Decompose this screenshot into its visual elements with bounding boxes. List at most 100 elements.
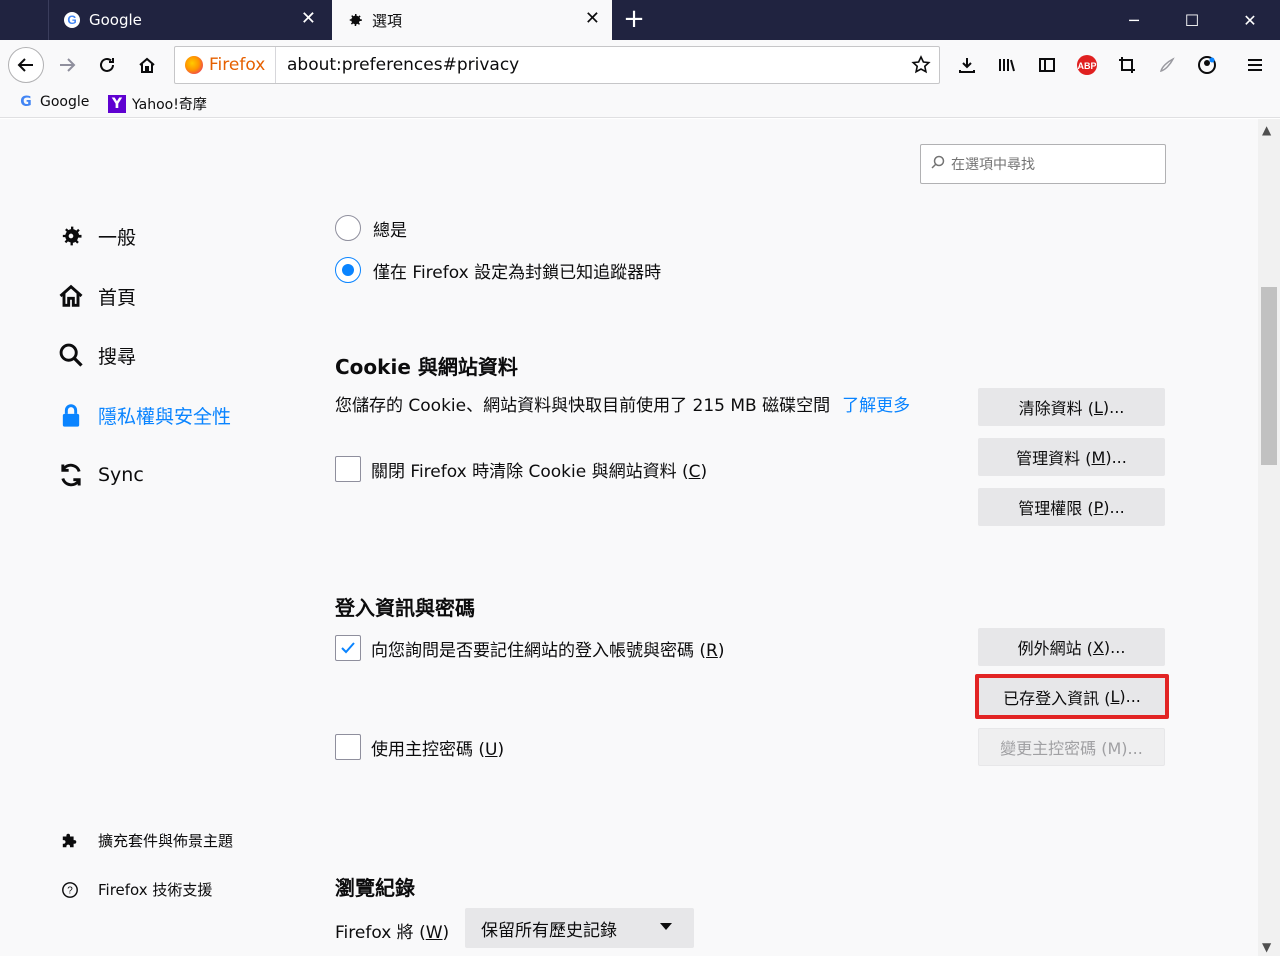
- radio-button-selected[interactable]: [335, 257, 361, 283]
- library-icon: [999, 59, 1015, 72]
- extension-button[interactable]: [1150, 48, 1184, 82]
- category-home[interactable]: 首頁: [56, 281, 136, 311]
- identity-label: Firefox: [209, 55, 266, 75]
- select-value: 保留所有歷史記錄: [481, 920, 617, 941]
- home-icon: [56, 281, 86, 311]
- puzzle-icon: [60, 831, 80, 851]
- search-placeholder: 在選項中尋找: [951, 157, 1035, 173]
- sync-icon: [56, 460, 86, 490]
- google-g-icon: G: [20, 94, 32, 110]
- cookies-usage-text: 您儲存的 Cookie、網站資料與快取目前使用了 215 MB 磁碟空間 了解更多: [335, 391, 910, 416]
- back-button[interactable]: [8, 47, 44, 83]
- url-bar[interactable]: Firefox about:preferences#privacy: [174, 46, 940, 84]
- category-privacy[interactable]: 隱私權與安全性: [56, 400, 231, 430]
- arrow-right-icon: [60, 58, 76, 72]
- account-button[interactable]: [1190, 48, 1224, 82]
- history-label: Firefox 將 (W): [335, 923, 450, 943]
- svg-text:?: ?: [67, 885, 73, 896]
- yahoo-y-icon: Y: [108, 95, 126, 113]
- tab-title: Google: [89, 11, 142, 29]
- help-icon: ?: [60, 880, 80, 900]
- crop-icon: [1119, 57, 1135, 73]
- home-button[interactable]: [130, 48, 164, 82]
- bookmark-yahoo[interactable]: Y Yahoo!奇摩: [108, 94, 207, 114]
- category-label: 搜尋: [98, 345, 137, 368]
- history-heading: 瀏覽紀錄: [335, 876, 415, 900]
- master-password-checkbox-row[interactable]: 使用主控密碼 (U): [335, 734, 504, 760]
- radio-label: 總是: [373, 220, 407, 241]
- footer-link-label: Firefox 技術支援: [98, 881, 213, 899]
- close-icon[interactable]: ✕: [301, 9, 316, 29]
- bookmark-label: Google: [40, 94, 90, 110]
- scroll-down-icon[interactable]: ▼: [1262, 940, 1271, 954]
- cookies-heading: Cookie 與網站資料: [335, 355, 518, 379]
- gear-icon: [56, 221, 86, 251]
- downloads-button[interactable]: [950, 48, 984, 82]
- bookmark-label: Yahoo!奇摩: [132, 97, 207, 113]
- preferences-search-input[interactable]: 在選項中尋找: [920, 144, 1166, 184]
- checkbox-checked[interactable]: [335, 635, 361, 661]
- forward-button[interactable]: [50, 48, 84, 82]
- support-link[interactable]: ? Firefox 技術支援: [60, 879, 212, 900]
- category-label: 隱私權與安全性: [98, 405, 232, 428]
- gear-icon: [346, 11, 364, 29]
- vertical-scrollbar[interactable]: ▲ ▼: [1258, 119, 1280, 956]
- account-icon: [1198, 56, 1216, 74]
- arrow-left-icon: [17, 58, 33, 72]
- identity-box[interactable]: Firefox: [175, 47, 277, 83]
- radio-label: 僅在 Firefox 設定為封鎖已知追蹤器時: [373, 262, 662, 283]
- minimize-icon[interactable]: ─: [1106, 0, 1162, 40]
- category-search[interactable]: 搜尋: [56, 340, 136, 370]
- change-master-password-button: 變更主控密碼 (M)...: [978, 728, 1165, 766]
- category-sync[interactable]: Sync: [56, 460, 144, 490]
- google-g-icon: G: [63, 11, 81, 29]
- bookmarks-toolbar: G Google Y Yahoo!奇摩: [0, 90, 1280, 118]
- url-text[interactable]: about:preferences#privacy: [287, 55, 519, 75]
- radio-button[interactable]: [335, 215, 361, 241]
- search-icon: [56, 340, 86, 370]
- checkbox[interactable]: [335, 734, 361, 760]
- clear-on-close-checkbox-row[interactable]: 關閉 Firefox 時清除 Cookie 與網站資料 (C): [335, 456, 707, 482]
- addons-link[interactable]: 擴充套件與佈景主題: [60, 830, 233, 851]
- lock-icon: [56, 400, 86, 430]
- firefox-logo-icon: [185, 56, 203, 74]
- maximize-icon[interactable]: ☐: [1164, 0, 1220, 40]
- manage-permissions-button[interactable]: 管理權限 (P)...: [978, 488, 1165, 526]
- reload-icon: [100, 57, 114, 72]
- tab-google[interactable]: G Google ✕: [48, 0, 328, 40]
- learn-more-link[interactable]: 了解更多: [842, 396, 910, 416]
- home-icon: [139, 57, 155, 73]
- exceptions-button[interactable]: 例外網站 (X)...: [978, 628, 1165, 666]
- checkbox-label: 使用主控密碼 (U): [371, 739, 505, 760]
- reload-button[interactable]: [90, 48, 124, 82]
- tracking-option-only-blocking[interactable]: 僅在 Firefox 設定為封鎖已知追蹤器時: [335, 257, 661, 283]
- window-close-icon[interactable]: ✕: [1222, 0, 1278, 40]
- category-general[interactable]: 一般: [56, 221, 136, 251]
- logins-heading: 登入資訊與密碼: [335, 596, 475, 620]
- new-tab-button[interactable]: +: [618, 4, 650, 36]
- clear-data-button[interactable]: 清除資料 (L)...: [978, 388, 1165, 426]
- sidebar-button[interactable]: [1030, 48, 1064, 82]
- checkbox[interactable]: [335, 456, 361, 482]
- tab-title: 選項: [372, 11, 403, 30]
- library-button[interactable]: [990, 48, 1024, 82]
- crop-extension-button[interactable]: [1110, 48, 1144, 82]
- bookmark-google[interactable]: G Google: [18, 94, 89, 110]
- checkbox-label: 向您詢問是否要記住網站的登入帳號與密碼 (R): [371, 640, 725, 661]
- category-label: 一般: [98, 226, 137, 249]
- adblock-extension-button[interactable]: ABP: [1070, 48, 1104, 82]
- menu-button[interactable]: [1238, 48, 1272, 82]
- history-mode-select[interactable]: 保留所有歷史記錄: [465, 908, 694, 948]
- manage-data-button[interactable]: 管理資料 (M)...: [978, 438, 1165, 476]
- close-icon[interactable]: ✕: [585, 9, 600, 29]
- saved-logins-button[interactable]: 已存登入資訊 (L)...: [975, 674, 1169, 719]
- bookmark-star-icon[interactable]: [909, 53, 933, 77]
- tracking-option-always[interactable]: 總是: [335, 215, 407, 241]
- ask-save-logins-checkbox-row[interactable]: 向您詢問是否要記住網站的登入帳號與密碼 (R): [335, 635, 725, 661]
- tab-options[interactable]: 選項 ✕: [332, 0, 612, 40]
- scroll-up-icon[interactable]: ▲: [1262, 123, 1271, 137]
- chevron-down-icon: [660, 923, 672, 930]
- scrollbar-thumb[interactable]: [1261, 287, 1277, 465]
- category-label: 首頁: [98, 286, 137, 309]
- checkbox-label: 關閉 Firefox 時清除 Cookie 與網站資料 (C): [371, 461, 708, 482]
